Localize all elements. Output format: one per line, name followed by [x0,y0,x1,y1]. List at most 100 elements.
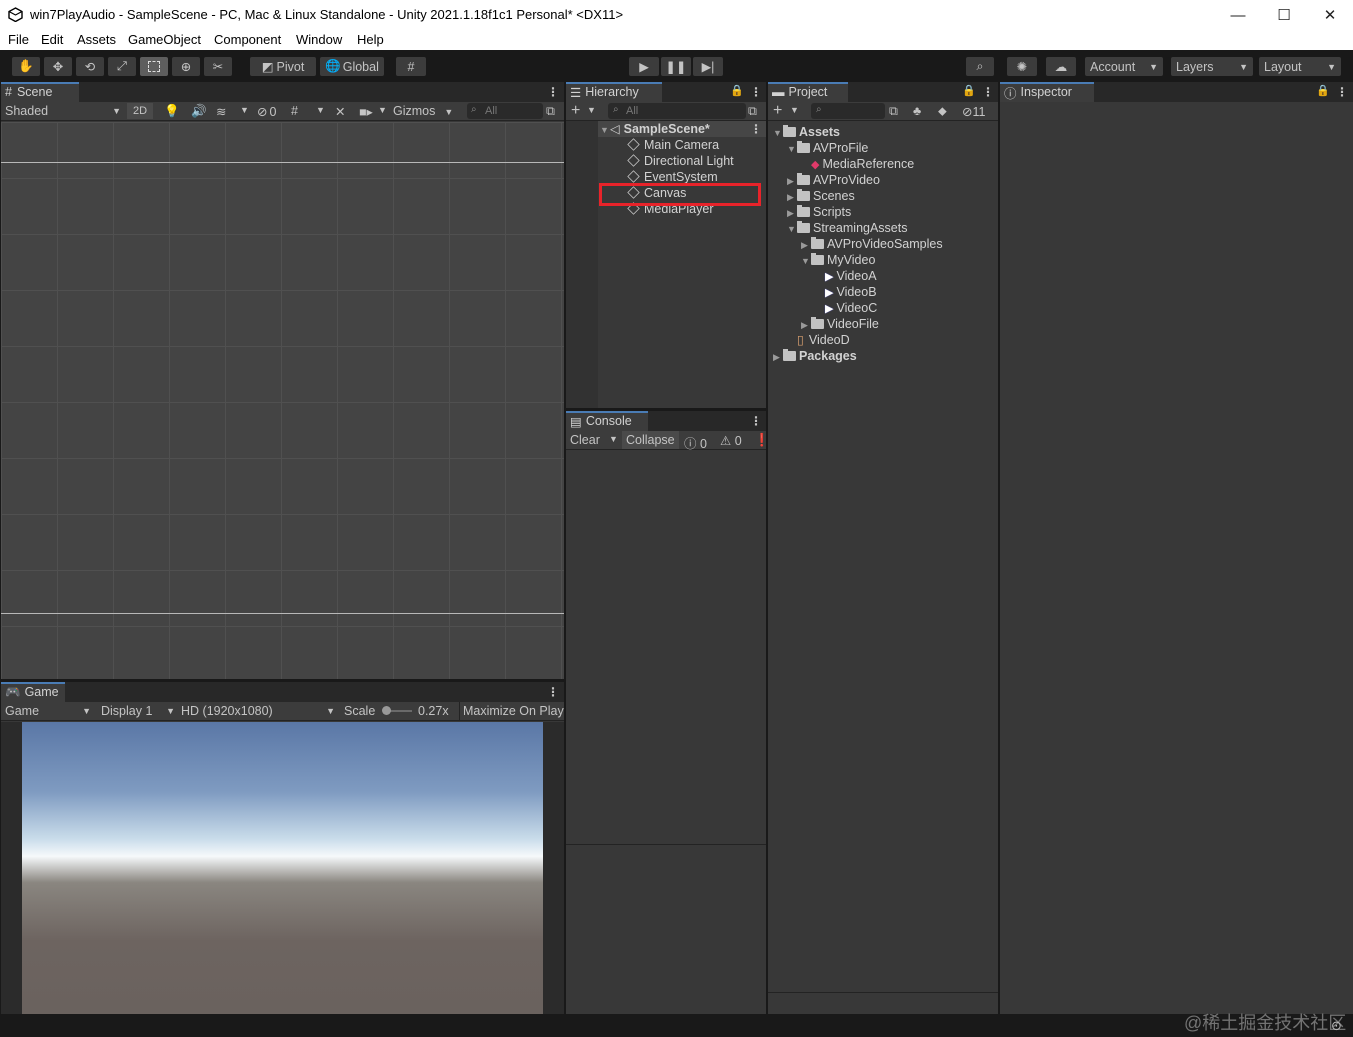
custom-tool-icon[interactable]: ✂ [204,57,232,76]
global-button[interactable]: 🌐 Global [320,57,384,76]
fold-open-icon[interactable]: ▼ [787,221,797,237]
project-item-videod[interactable]: ▯ VideoD [787,332,850,348]
menu-component[interactable]: Component [214,32,281,47]
inspector-menu-icon[interactable]: ⋮ [1336,85,1348,99]
fold-closed-icon[interactable]: ▶ [801,317,811,333]
menu-edit[interactable]: Edit [41,32,63,47]
pause-button[interactable]: ❚❚ [661,57,691,76]
status-check-icon[interactable]: ⊙ [1331,1018,1342,1034]
resolution-dropdown[interactable]: HD (1920x1080) ▼ [181,704,335,718]
account-dropdown[interactable]: Account ▼ [1085,57,1163,76]
warning-filter-button[interactable]: ⚠ 0 [720,433,742,448]
play-button[interactable]: ▶ [629,57,659,76]
shading-dropdown[interactable]: Shaded ▼ [5,104,121,118]
fold-open-icon[interactable]: ▼ [773,125,783,141]
scene-layout-icon[interactable]: ⧉ [546,104,555,119]
layout-dropdown[interactable]: Layout ▼ [1259,57,1341,76]
tools-icon[interactable]: ✕ [335,104,345,119]
project-item-packages[interactable]: ▶ Packages [773,348,857,364]
maximize-button[interactable]: ☐ [1261,0,1307,30]
close-button[interactable]: ✕ [1307,0,1353,30]
hand-tool-icon[interactable]: ✋ [12,57,40,76]
fold-open-icon[interactable]: ▼ [801,253,811,269]
lighting-icon[interactable]: 💡 [164,104,180,119]
project-search-input[interactable] [811,103,885,119]
chevron-down-icon[interactable]: ▼ [378,105,387,115]
hierarchy-menu-icon[interactable]: ⋮ [750,85,762,99]
project-item-scenes[interactable]: ▶ Scenes [787,188,855,204]
fold-closed-icon[interactable]: ▶ [787,173,797,189]
project-item-videoa[interactable]: ▶ VideoA [815,268,877,284]
chevron-down-icon[interactable]: ▼ [609,434,618,444]
tab-console[interactable]: ▤ Console [566,411,648,431]
fold-closed-icon[interactable]: ▶ [787,205,797,221]
fold-closed-icon[interactable]: ▶ [801,237,811,253]
toggle-2d-button[interactable]: 2D [127,103,153,119]
collapse-button[interactable]: Collapse [622,431,679,449]
label-filter-icon[interactable]: ⬥ [938,104,947,119]
scene-viewport[interactable] [1,122,564,679]
minimize-button[interactable]: — [1215,0,1261,30]
project-item-mediareference[interactable]: ◆ MediaReference [801,156,914,172]
tab-hierarchy[interactable]: ☰ Hierarchy [566,82,662,102]
info-filter-button[interactable]: ⓘ 0 [684,433,707,452]
chevron-down-icon[interactable]: ▼ [240,105,249,115]
type-filter-icon[interactable]: ♣ [913,104,921,118]
filter-icon[interactable]: ⧉ [748,104,757,119]
project-menu-icon[interactable]: ⋮ [982,85,994,99]
scale-slider-handle[interactable] [382,706,391,715]
collab-icon[interactable]: ✺ [1007,57,1037,76]
hidden-packages-toggle[interactable]: ⊘11 [962,104,985,119]
camera-icon[interactable]: ■▸ [359,104,373,119]
tab-scene[interactable]: # Scene [1,82,79,102]
lock-icon[interactable]: 🔒 [1316,84,1330,97]
add-icon[interactable]: + [571,102,580,120]
console-menu-icon[interactable]: ⋮ [750,414,762,428]
grid-snap-icon[interactable]: # [396,57,426,76]
hierarchy-item-directional-light[interactable]: Directional Light [626,153,734,169]
fold-closed-icon[interactable]: ▶ [787,189,797,205]
game-view-dropdown[interactable]: Game ▼ [5,704,91,718]
layers-dropdown[interactable]: Layers ▼ [1171,57,1253,76]
effects-icon[interactable]: ≋ [216,104,226,119]
step-button[interactable]: ▶| [693,57,723,76]
hidden-objects-toggle[interactable]: ⊘ 0 [257,104,276,119]
scene-search-input[interactable]: All [467,103,543,119]
project-item-videob[interactable]: ▶ VideoB [815,284,877,300]
add-icon[interactable]: + [773,102,782,120]
search-filter-icon[interactable]: ⧉ [889,104,898,119]
game-menu-icon[interactable]: ⋮ [547,685,559,699]
scale-tool-icon[interactable]: ⤢ [108,57,136,76]
scene-root[interactable]: ▼◁ SampleScene* [600,121,710,137]
search-icon[interactable]: ⌕ [966,57,994,76]
project-item-assets[interactable]: ▼ Assets [773,124,840,140]
chevron-down-icon[interactable]: ▼ [790,105,799,115]
gizmos-dropdown[interactable]: Gizmos ▼ [393,104,453,118]
menu-help[interactable]: Help [357,32,384,47]
console-splitter[interactable] [566,844,766,845]
project-item-videofile[interactable]: ▶ VideoFile [801,316,879,332]
menu-file[interactable]: File [8,32,29,47]
cloud-icon[interactable]: ☁ [1046,57,1076,76]
menu-window[interactable]: Window [296,32,342,47]
project-item-myvideo[interactable]: ▼ MyVideo [801,252,875,268]
project-item-scripts[interactable]: ▶ Scripts [787,204,851,220]
project-item-videoc[interactable]: ▶ VideoC [815,300,877,316]
rect-tool-icon[interactable] [140,57,168,76]
move-tool-icon[interactable]: ✥ [44,57,72,76]
chevron-down-icon[interactable]: ▼ [316,105,325,115]
project-item-streamingassets[interactable]: ▼ StreamingAssets [787,220,907,236]
menu-assets[interactable]: Assets [77,32,116,47]
lock-icon[interactable]: 🔒 [962,84,976,97]
clear-button[interactable]: Clear [570,433,600,447]
project-item-avprofile[interactable]: ▼ AVProFile [787,140,868,156]
chevron-down-icon[interactable]: ▼ [587,105,596,115]
lock-icon[interactable]: 🔒 [730,84,744,97]
project-item-avprovideo[interactable]: ▶ AVProVideo [787,172,880,188]
scene-options-icon[interactable]: ⋮ [750,122,762,136]
audio-icon[interactable]: 🔊 [191,104,207,119]
project-item-avprovideosamples[interactable]: ▶ AVProVideoSamples [801,236,943,252]
pivot-button[interactable]: ◩ Pivot [250,57,316,76]
display-dropdown[interactable]: Display 1 ▼ [101,704,175,718]
tab-project[interactable]: ▬ Project [768,82,848,102]
